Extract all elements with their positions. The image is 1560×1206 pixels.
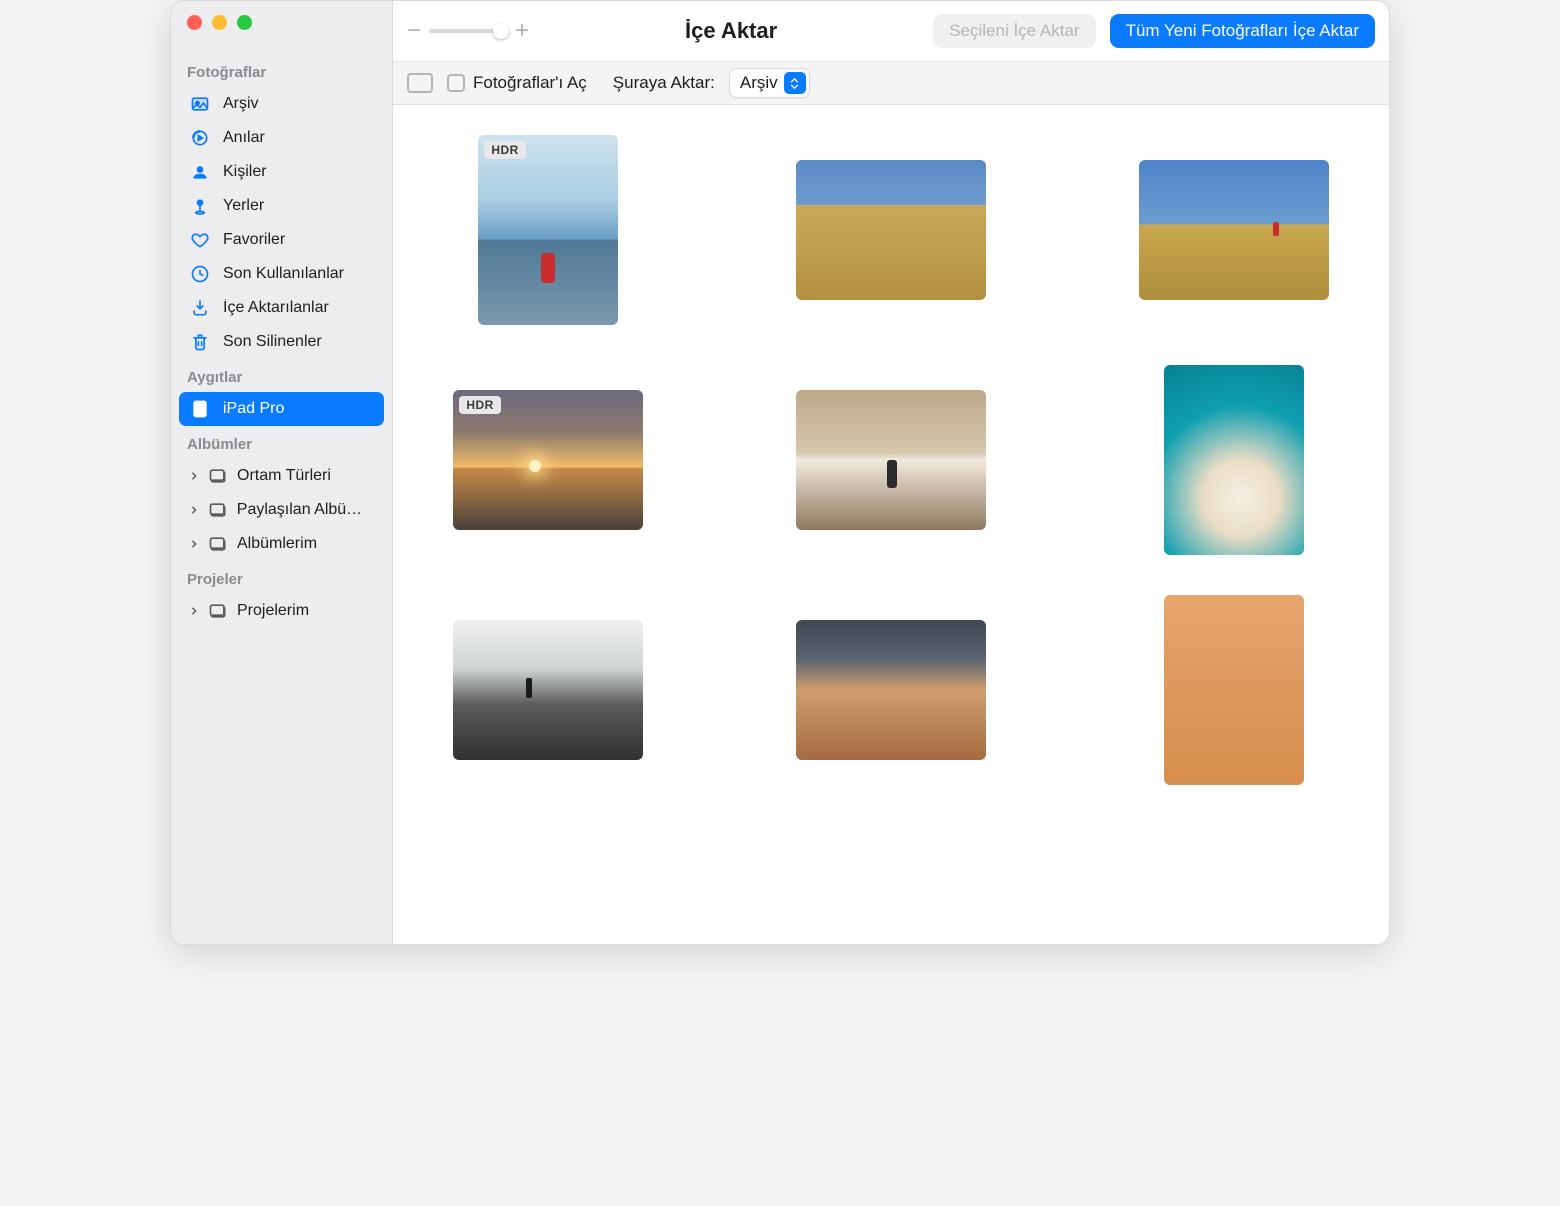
sidebar-item-trash[interactable]: Son Silinenler — [179, 325, 384, 359]
photo-thumbnail[interactable] — [796, 620, 986, 760]
photo-thumbnail[interactable] — [453, 620, 643, 760]
sidebar-section-devices: Aygıtlar — [171, 359, 392, 392]
sidebar-item-recents[interactable]: Son Kullanılanlar — [179, 257, 384, 291]
photo-thumbnail[interactable] — [1164, 365, 1304, 555]
folder-icon — [207, 600, 229, 622]
sidebar-item-label: Son Kullanılanlar — [223, 265, 344, 283]
photo-thumbnail[interactable]: HDR — [478, 135, 618, 325]
sidebar-item-ipad[interactable]: iPad Pro — [179, 392, 384, 426]
import-icon — [189, 297, 211, 319]
sidebar-item-label: Paylaşılan Albümler — [237, 501, 374, 519]
import-selected-button[interactable]: Seçileni İçe Aktar — [933, 14, 1095, 48]
minimize-window-button[interactable] — [212, 15, 227, 30]
sidebar-item-label: Son Silinenler — [223, 333, 322, 351]
scene-figure — [1273, 222, 1279, 236]
window-controls — [171, 15, 392, 54]
photo-grid: HDR HDR — [417, 135, 1365, 785]
sidebar-item-label: İçe Aktarılanlar — [223, 299, 329, 317]
chevron-right-icon — [189, 606, 199, 616]
select-arrows-icon — [784, 72, 806, 94]
toolbar: − + İçe Aktar Seçileni İçe Aktar Tüm Yen… — [393, 1, 1389, 61]
clock-icon — [189, 263, 211, 285]
scene-figure — [529, 460, 541, 472]
sidebar-section-photos: Fotoğraflar — [171, 54, 392, 87]
open-photos-label: Fotoğraflar'ı Aç — [473, 73, 587, 93]
sidebar-item-label: Albümlerim — [237, 535, 317, 553]
places-icon — [189, 195, 211, 217]
trash-icon — [189, 331, 211, 353]
hdr-badge: HDR — [459, 396, 501, 414]
hdr-badge: HDR — [484, 141, 526, 159]
open-photos-checkbox[interactable] — [447, 74, 465, 92]
sidebar-item-label: Anılar — [223, 129, 265, 147]
zoom-in-label: + — [515, 19, 529, 43]
import-to-label: Şuraya Aktar: — [613, 73, 715, 93]
scene-figure — [887, 460, 897, 488]
sidebar-item-favorites[interactable]: Favoriler — [179, 223, 384, 257]
page-title: İçe Aktar — [543, 18, 919, 44]
close-window-button[interactable] — [187, 15, 202, 30]
main-content: − + İçe Aktar Seçileni İçe Aktar Tüm Yen… — [393, 1, 1389, 944]
sidebar-item-people[interactable]: Kişiler — [179, 155, 384, 189]
photo-thumbnail[interactable] — [796, 160, 986, 300]
zoom-slider[interactable]: − + — [407, 19, 529, 43]
open-photos-option[interactable]: Fotoğraflar'ı Aç — [447, 73, 587, 93]
chevron-right-icon — [189, 539, 199, 549]
sidebar-item-imports[interactable]: İçe Aktarılanlar — [179, 291, 384, 325]
scene-figure — [526, 678, 532, 698]
sidebar-item-my-albums[interactable]: Albümlerim — [179, 527, 384, 561]
chevron-right-icon — [189, 471, 199, 481]
sidebar-item-my-projects[interactable]: Projelerim — [179, 594, 384, 628]
photo-thumbnail[interactable]: HDR — [453, 390, 643, 530]
photo-thumbnail[interactable] — [1139, 160, 1329, 300]
sidebar-item-label: Projelerim — [237, 602, 309, 620]
photo-thumbnail[interactable] — [796, 390, 986, 530]
zoom-thumb[interactable] — [493, 23, 509, 39]
sidebar-item-memories[interactable]: Anılar — [179, 121, 384, 155]
heart-icon — [189, 229, 211, 251]
sidebar-item-label: Kişiler — [223, 163, 267, 181]
chevron-right-icon — [189, 505, 199, 515]
zoom-out-label: − — [407, 19, 421, 43]
zoom-track[interactable] — [429, 29, 507, 33]
sidebar-item-label: Arşiv — [223, 95, 259, 113]
sidebar-item-label: Ortam Türleri — [237, 467, 331, 485]
scene-figure — [541, 253, 555, 283]
sidebar-item-label: Favoriler — [223, 231, 285, 249]
sidebar-section-albums: Albümler — [171, 426, 392, 459]
sidebar-item-label: Yerler — [223, 197, 264, 215]
folder-icon — [207, 499, 229, 521]
maximize-window-button[interactable] — [237, 15, 252, 30]
people-icon — [189, 161, 211, 183]
photo-grid-container: HDR HDR — [393, 105, 1389, 944]
sidebar-item-label: iPad Pro — [223, 400, 284, 418]
sidebar-section-projects: Projeler — [171, 561, 392, 594]
folder-icon — [207, 533, 229, 555]
sidebar: Fotoğraflar Arşiv Anılar Kişiler Yerler — [171, 1, 393, 944]
import-to-value: Arşiv — [740, 73, 782, 93]
memories-icon — [189, 127, 211, 149]
sidebar-item-places[interactable]: Yerler — [179, 189, 384, 223]
select-all-checkbox[interactable] — [407, 73, 433, 93]
photo-thumbnail[interactable] — [1164, 595, 1304, 785]
library-icon — [189, 93, 211, 115]
sidebar-item-shared-albums[interactable]: Paylaşılan Albümler — [179, 493, 384, 527]
folder-icon — [207, 465, 229, 487]
import-to-select[interactable]: Arşiv — [729, 68, 810, 98]
import-all-button[interactable]: Tüm Yeni Fotoğrafları İçe Aktar — [1110, 14, 1375, 48]
options-bar: Fotoğraflar'ı Aç Şuraya Aktar: Arşiv — [393, 61, 1389, 105]
sidebar-item-media-types[interactable]: Ortam Türleri — [179, 459, 384, 493]
sidebar-item-library[interactable]: Arşiv — [179, 87, 384, 121]
ipad-icon — [189, 398, 211, 420]
app-window: Fotoğraflar Arşiv Anılar Kişiler Yerler — [170, 0, 1390, 945]
